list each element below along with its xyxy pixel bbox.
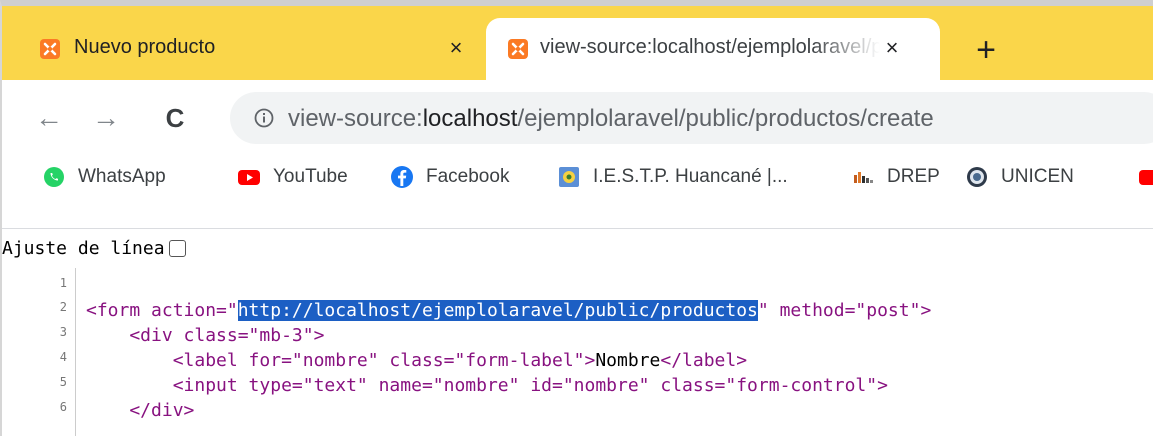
bookmark-label: UNICEN <box>1001 166 1074 187</box>
line-wrap-toggle[interactable]: Ajuste de línea <box>2 234 186 262</box>
code-token: <label for="nombre" class="form-label"> <box>86 350 596 371</box>
line-number: 3 <box>59 325 67 339</box>
whatsapp-icon <box>42 165 66 189</box>
source-view: 1 2 3 4 5 6 <form action="http://localho… <box>2 268 1153 436</box>
bookmark-label: DREP <box>887 166 940 187</box>
browser-toolbar: ← → C view-source:localhost/ejemplolarav… <box>2 80 1153 188</box>
youtube-icon <box>237 165 261 189</box>
line-wrap-label: Ajuste de línea <box>2 237 165 259</box>
line-number: 4 <box>59 350 67 364</box>
tab-nuevo-producto[interactable]: Nuevo producto × <box>12 18 486 80</box>
code-line-4: <label for="nombre" class="form-label">N… <box>86 348 747 373</box>
code-token: </label> <box>660 350 748 371</box>
facebook-icon <box>390 165 414 189</box>
line-number: 2 <box>59 300 67 314</box>
forward-button[interactable]: → <box>88 100 124 136</box>
line-number: 1 <box>59 276 67 290</box>
line-number: 6 <box>59 400 67 414</box>
content-divider <box>2 228 1153 229</box>
drep-icon <box>851 165 875 189</box>
bookmarks-bar: WhatsApp YouTube Facebook I.E.S.T.P. Hua… <box>2 156 1153 202</box>
selected-url-link[interactable]: http://localhost/ejemplolaravel/public/p… <box>237 300 758 321</box>
info-icon[interactable] <box>252 106 276 130</box>
address-bar[interactable]: view-source:localhost/ejemplolaravel/pub… <box>230 92 1153 144</box>
bookmark-facebook[interactable]: Facebook <box>390 162 509 192</box>
tab-title: Nuevo producto <box>74 36 216 58</box>
line-number-gutter: 1 2 3 4 5 6 <box>2 268 76 436</box>
line-wrap-checkbox[interactable] <box>168 239 186 257</box>
new-tab-button[interactable]: + <box>970 33 1002 67</box>
browser-window: Nuevo producto × view-source:localhost/e… <box>0 0 1153 436</box>
url-path: /ejemplolaravel/public/productos/create <box>517 105 934 132</box>
youtube-icon <box>1138 165 1153 189</box>
url-text: view-source:localhost/ejemplolaravel/pub… <box>288 105 934 133</box>
tab-title: view-source:localhost/ejemplolaravel/pub… <box>540 36 880 58</box>
iestp-icon <box>557 165 581 189</box>
code-token: " method="post"> <box>757 300 932 321</box>
code-line-2: <form action="http://localhost/ejemplola… <box>86 298 931 323</box>
bookmark-iestp-huancane[interactable]: I.E.S.T.P. Huancané |... <box>557 162 788 192</box>
url-host: localhost <box>422 105 518 132</box>
bookmark-label: YouTube <box>273 166 348 187</box>
url-prefix: view-source: <box>288 105 423 132</box>
reload-button[interactable]: C <box>157 100 193 136</box>
code-token: <form action=" <box>86 300 238 321</box>
xampp-favicon-icon <box>508 39 528 59</box>
close-tab-icon[interactable]: × <box>878 34 906 62</box>
back-button[interactable]: ← <box>31 100 67 136</box>
unicen-icon <box>965 165 989 189</box>
bookmark-unicen[interactable]: UNICEN <box>965 162 1074 192</box>
bookmark-label: WhatsApp <box>78 166 166 187</box>
code-token: Nombre <box>595 350 661 371</box>
bookmark-whatsapp[interactable]: WhatsApp <box>42 162 166 192</box>
code-line-3: <div class="mb-3"> <box>86 325 325 346</box>
tab-strip: Nuevo producto × view-source:localhost/e… <box>2 6 1153 80</box>
line-number: 5 <box>59 375 67 389</box>
bookmark-label: I.E.S.T.P. Huancané |... <box>593 166 788 187</box>
code-line-5: <input type="text" name="nombre" id="nom… <box>86 375 888 396</box>
bookmark-label: Facebook <box>426 166 510 187</box>
tab-view-source[interactable]: view-source:localhost/ejemplolaravel/pub… <box>486 18 940 80</box>
code-line-6: </div> <box>86 400 195 421</box>
close-tab-icon[interactable]: × <box>442 34 470 62</box>
xampp-favicon-icon <box>40 39 60 59</box>
bookmark-drep[interactable]: DREP <box>851 162 940 192</box>
bookmark-overflow[interactable] <box>1138 162 1153 192</box>
bookmark-youtube[interactable]: YouTube <box>237 162 348 192</box>
